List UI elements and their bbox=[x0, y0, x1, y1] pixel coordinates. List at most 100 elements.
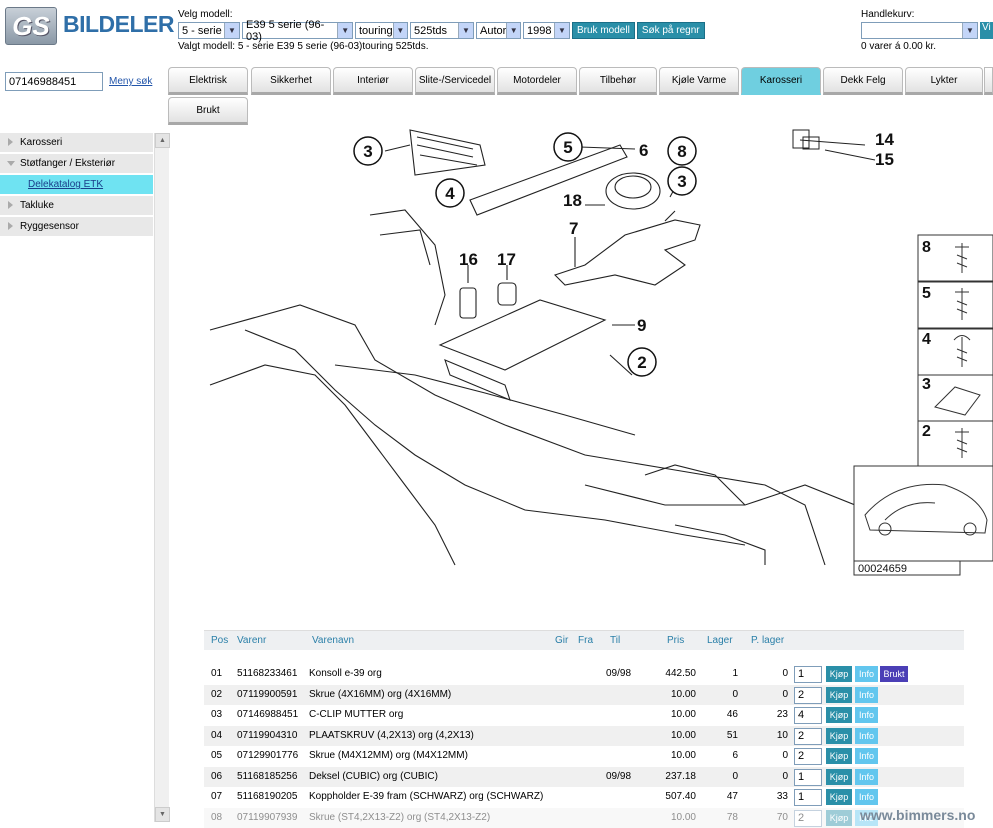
info-button[interactable]: Info bbox=[855, 769, 878, 785]
col-pos: Pos bbox=[211, 635, 229, 646]
quantity-input[interactable]: 1 bbox=[794, 666, 822, 683]
col-varenr: Varenr bbox=[237, 635, 267, 646]
buy-button[interactable]: Kjøp bbox=[826, 707, 852, 723]
info-button[interactable]: Info bbox=[855, 687, 878, 703]
cell-lager: 51 bbox=[726, 730, 738, 741]
parts-table-header: Pos Varenr Varenavn Gir Fra Til Pris Lag… bbox=[204, 630, 964, 650]
tab-brukt[interactable]: Brukt bbox=[168, 97, 248, 125]
tab-label: Karosseri bbox=[759, 74, 803, 86]
buy-button[interactable]: Kjøp bbox=[826, 769, 852, 785]
use-model-button[interactable]: Bruk modell bbox=[572, 22, 635, 39]
callout-2: 2 bbox=[637, 353, 646, 372]
cell-varenr: 07119900591 bbox=[237, 689, 298, 700]
callout-8: 8 bbox=[677, 142, 686, 161]
callout-18: 18 bbox=[563, 191, 582, 210]
tab-elektrisk[interactable]: Elektrisk bbox=[168, 67, 248, 95]
part-15 bbox=[802, 136, 820, 150]
tab-sikkerhet[interactable]: Sikkerhet bbox=[251, 67, 331, 95]
cell-pris: 10.00 bbox=[670, 709, 696, 720]
menu-search-link[interactable]: Meny søk bbox=[109, 76, 152, 87]
scroll-up-icon[interactable]: ▲ bbox=[155, 133, 170, 148]
info-button[interactable]: Info bbox=[855, 666, 878, 682]
sidebar-item-stotfanger[interactable]: Støtfanger / Eksteriør bbox=[0, 154, 153, 173]
buy-button[interactable]: Kjøp bbox=[826, 810, 852, 826]
caret-down-icon bbox=[7, 161, 15, 166]
cart-select[interactable]: ▼ bbox=[861, 22, 978, 39]
part-16 bbox=[459, 287, 477, 319]
sidebar-item-takluke[interactable]: Takluke bbox=[0, 196, 153, 215]
quantity-input[interactable]: 2 bbox=[794, 748, 822, 765]
info-button[interactable]: Info bbox=[855, 728, 878, 744]
sidebar-item-delekatalog[interactable]: Delekatalog ETK bbox=[0, 175, 153, 194]
sidebar-item-label: Ryggesensor bbox=[20, 221, 79, 232]
quantity-input[interactable]: 2 bbox=[794, 728, 822, 745]
sidebar-item-karosseri[interactable]: Karosseri bbox=[0, 133, 153, 152]
tab-dekk-felg[interactable]: Dekk Felg bbox=[823, 67, 903, 95]
cell-til: 09/98 bbox=[606, 668, 632, 679]
year-select[interactable]: 1998 ▼ bbox=[523, 22, 570, 39]
buy-button[interactable]: Kjøp bbox=[826, 666, 852, 682]
callout-9: 9 bbox=[637, 316, 646, 335]
col-fra: Fra bbox=[578, 635, 593, 646]
tab-motordeler[interactable]: Motordeler bbox=[497, 67, 577, 95]
tab-karosseri[interactable]: Karosseri bbox=[741, 67, 821, 95]
info-button[interactable]: Info bbox=[855, 789, 878, 805]
buy-button[interactable]: Kjøp bbox=[826, 748, 852, 764]
cell-plager: 10 bbox=[776, 730, 788, 741]
tab-label: Lykter bbox=[930, 74, 958, 86]
tab-kjole-varme[interactable]: Kjøle Varme bbox=[659, 67, 739, 95]
cell-varenavn: Koppholder E-39 fram (SCHWARZ) org (SCHW… bbox=[309, 791, 544, 802]
console-rear-line bbox=[369, 209, 446, 326]
model-select-value: E39 5 serie (96-03) bbox=[246, 18, 325, 43]
body-select[interactable]: touring ▼ bbox=[355, 22, 408, 39]
quantity-input[interactable]: 4 bbox=[794, 707, 822, 724]
quantity-input[interactable]: 1 bbox=[794, 769, 822, 786]
callout-6: 6 bbox=[639, 141, 648, 160]
cell-varenavn: Skrue (4X16MM) org (4X16MM) bbox=[309, 689, 452, 700]
table-row: 06 51168185256 Deksel (CUBIC) org (CUBIC) 0… bbox=[204, 767, 964, 787]
scroll-down-icon[interactable]: ▼ bbox=[155, 807, 170, 822]
table-row: 03 07146988451 C-CLIP MUTTER org 10.00 46 23 4… bbox=[204, 705, 964, 725]
cell-pos: 07 bbox=[211, 791, 223, 802]
part-search-input[interactable] bbox=[5, 72, 103, 91]
quantity-input[interactable]: 2 bbox=[794, 687, 822, 704]
sidebar-item-ryggesensor[interactable]: Ryggesensor bbox=[0, 217, 153, 236]
cart-view-button[interactable]: Vi bbox=[980, 22, 993, 39]
cell-pos: 05 bbox=[211, 750, 223, 761]
gs-bildeler-logo[interactable]: GS BILDELER bbox=[5, 7, 175, 45]
cell-plager: 0 bbox=[782, 668, 788, 679]
tab-label: Motordeler bbox=[513, 74, 561, 86]
sidebar-item-label: Takluke bbox=[20, 200, 54, 211]
quantity-input[interactable]: 1 bbox=[794, 789, 822, 806]
tab-label: Sikkerhet bbox=[270, 74, 312, 86]
engine-select-value: 525tds bbox=[414, 24, 448, 37]
buy-button[interactable]: Kjøp bbox=[826, 687, 852, 703]
ref-number: 00024659 bbox=[858, 563, 907, 575]
part-ring-inner bbox=[614, 175, 652, 199]
gearbox-select[interactable]: Autor ▼ bbox=[476, 22, 521, 39]
model-select[interactable]: E39 5 serie (96-03) ▼ bbox=[242, 19, 353, 43]
info-button[interactable]: Info bbox=[855, 748, 878, 764]
tab-slite-servicedel[interactable]: Slite-/Servicedel bbox=[415, 67, 495, 95]
buy-button[interactable]: Kjøp bbox=[826, 789, 852, 805]
col-lager: Lager bbox=[707, 635, 733, 646]
col-pris: Pris bbox=[667, 635, 685, 646]
used-button[interactable]: Brukt bbox=[880, 666, 908, 682]
logo-text: BILDELER bbox=[63, 11, 175, 37]
tab-label: Slite-/Servicedel bbox=[418, 74, 492, 86]
info-button[interactable]: Info bbox=[855, 707, 878, 723]
quantity-input[interactable]: 2 bbox=[794, 810, 822, 827]
tab-interior[interactable]: Interiør bbox=[333, 67, 413, 95]
engine-select[interactable]: 525tds ▼ bbox=[410, 22, 474, 39]
sidebar-scrollbar[interactable]: ▲ ▼ bbox=[154, 133, 170, 822]
series-select[interactable]: 5 - serie ▼ bbox=[178, 22, 240, 39]
console-outline bbox=[209, 304, 826, 566]
part-tray-front bbox=[444, 359, 511, 401]
legend-3: 3 bbox=[922, 376, 931, 393]
model-label: Velg modell: bbox=[178, 9, 233, 20]
tab-lykter[interactable]: Lykter bbox=[905, 67, 983, 95]
search-regnr-button[interactable]: Søk på regnr bbox=[636, 22, 705, 39]
tab-tilbehor[interactable]: Tilbehør bbox=[579, 67, 657, 95]
buy-button[interactable]: Kjøp bbox=[826, 728, 852, 744]
cell-varenr: 07119907939 bbox=[237, 812, 298, 823]
